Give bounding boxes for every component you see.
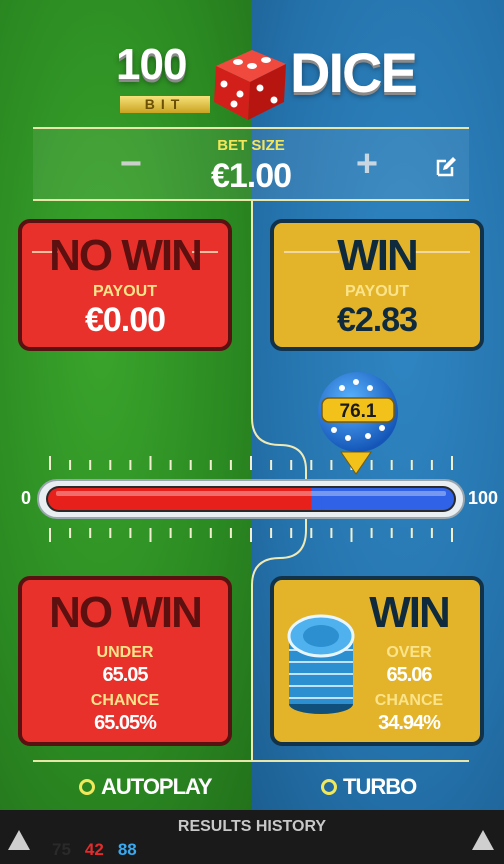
top-no-win-panel: NO WIN PAYOUT €0.00 xyxy=(18,219,232,351)
bottom-no-win-panel: NO WIN UNDER 65.05 CHANCE 65.05% xyxy=(18,576,232,746)
edit-icon[interactable] xyxy=(434,155,458,179)
history-result: 75 xyxy=(52,840,71,859)
radio-circle-icon xyxy=(79,779,95,795)
no-win-title: NO WIN xyxy=(49,588,203,637)
history-result: 42 xyxy=(84,840,104,859)
payout-label: PAYOUT xyxy=(92,283,157,300)
result-value: 76.1 xyxy=(339,401,377,422)
history-result: 88 xyxy=(117,840,137,859)
chance-value: 34.94% xyxy=(378,712,441,734)
payout-value: €2.83 xyxy=(336,301,418,339)
no-win-title: NO WIN xyxy=(49,231,203,280)
bet-size-value: €1.00 xyxy=(210,157,292,195)
roll-slider[interactable]: 0 100 xyxy=(0,440,504,550)
payout-label: PAYOUT xyxy=(344,283,409,300)
chance-label: CHANCE xyxy=(374,692,444,709)
bottom-win-panel: WIN OVER 65.06 CHANCE 34.94% xyxy=(270,576,484,746)
game-logo: 100 BIT DICE xyxy=(0,18,504,120)
chance-value: 65.05% xyxy=(94,712,157,734)
bet-size-bar: − BET SIZE €1.00 + xyxy=(33,127,469,201)
slider-max-label: 100 xyxy=(468,488,499,508)
slider-min-label: 0 xyxy=(21,488,32,508)
increase-bet-button[interactable]: + xyxy=(347,145,387,185)
turbo-toggle[interactable]: TURBO xyxy=(321,774,417,800)
slider-shine xyxy=(56,491,446,496)
turbo-label: TURBO xyxy=(343,774,417,799)
over-label: OVER xyxy=(386,644,432,661)
results-history-title: RESULTS HISTORY xyxy=(177,818,327,835)
logo-number: 100 xyxy=(116,40,187,89)
logo-bit: BIT xyxy=(120,96,210,113)
over-value: 65.06 xyxy=(386,664,432,686)
expand-right-arrow-icon[interactable] xyxy=(472,830,494,850)
results-history-bar: RESULTS HISTORY 75 42 88 xyxy=(0,810,504,864)
logo-word: DICE xyxy=(290,41,418,104)
game-options: AUTOPLAY TURBO xyxy=(33,760,469,810)
bet-size-label: BET SIZE xyxy=(217,137,285,154)
win-title: WIN xyxy=(369,588,451,637)
chance-label: CHANCE xyxy=(90,692,160,709)
autoplay-toggle[interactable]: AUTOPLAY xyxy=(79,774,213,800)
under-value: 65.05 xyxy=(102,664,148,686)
slider-track[interactable] xyxy=(0,440,504,550)
radio-circle-icon xyxy=(321,779,337,795)
results-history-list: 75 42 88 xyxy=(52,840,137,860)
autoplay-label: AUTOPLAY xyxy=(101,774,213,799)
payout-value: €0.00 xyxy=(84,301,166,339)
under-label: UNDER xyxy=(96,644,154,661)
red-die-icon xyxy=(214,50,286,120)
top-win-panel: WIN PAYOUT €2.83 xyxy=(270,219,484,351)
win-title: WIN xyxy=(337,231,419,280)
